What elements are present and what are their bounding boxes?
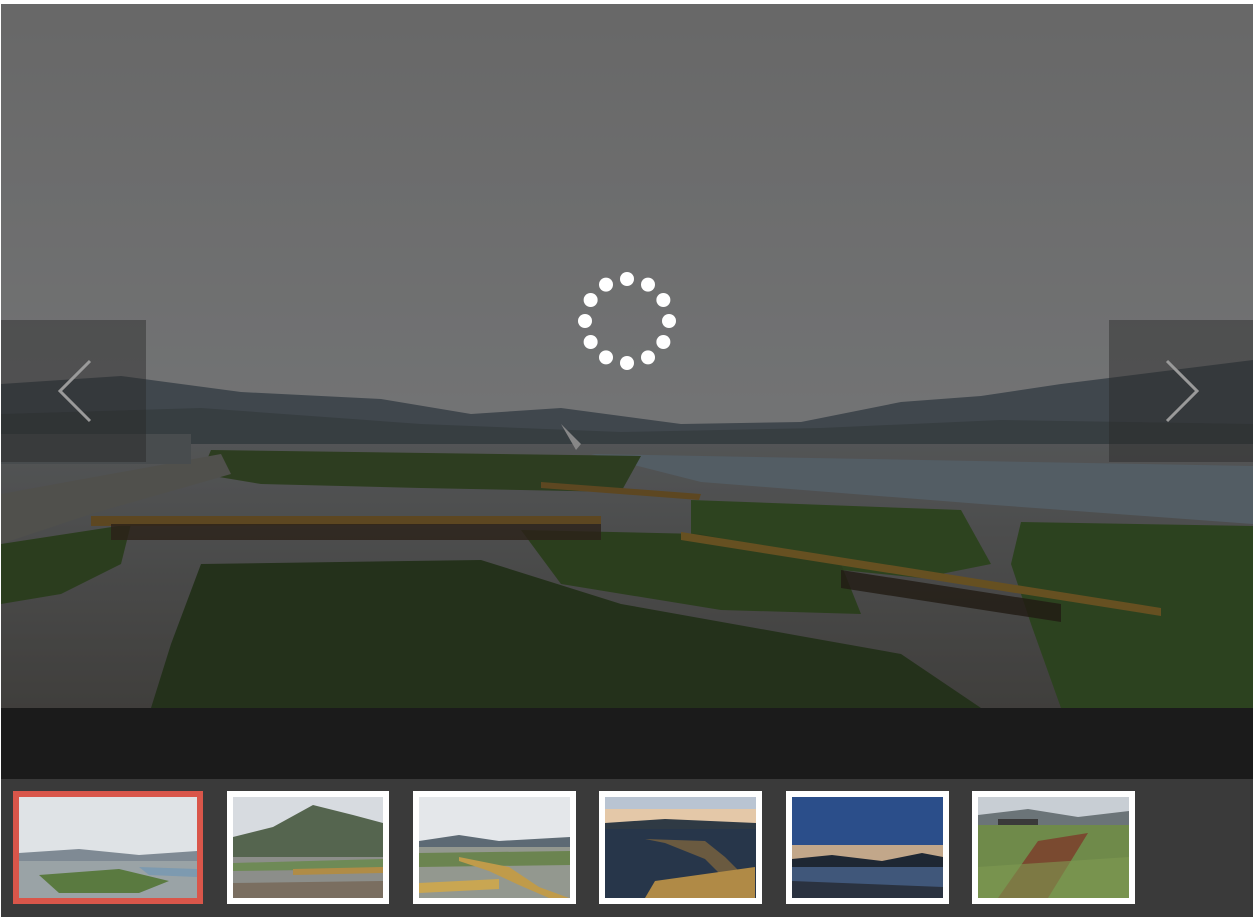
spinner-dot: [578, 314, 592, 328]
thumbnail-image: [792, 797, 943, 898]
thumbnail-image: [19, 797, 197, 898]
thumbnail-image: [978, 797, 1129, 898]
thumbnail-image: [233, 797, 383, 898]
spinner-dot: [599, 350, 613, 365]
caption-bar: [1, 708, 1253, 779]
thumbnail-1[interactable]: [13, 791, 203, 904]
spinner-dot: [656, 335, 671, 349]
spinner-dot: [656, 293, 671, 307]
loading-spinner-icon: [578, 272, 676, 370]
spinner-dot: [599, 277, 613, 292]
thumbnail-image: [605, 797, 756, 898]
spinner-dot: [641, 350, 655, 365]
spinner-dot: [620, 356, 634, 370]
spinner-dot: [641, 277, 655, 292]
spinner-dot: [662, 314, 676, 328]
photo-gallery-viewer: [1, 4, 1253, 917]
spinner-dot: [583, 293, 598, 307]
spinner-dot: [583, 335, 598, 349]
chevron-left-icon: [57, 359, 92, 423]
spinner-dot: [620, 272, 634, 286]
thumbnail-4[interactable]: [599, 791, 762, 904]
main-photo-stage: [1, 4, 1253, 708]
previous-photo-button[interactable]: [1, 320, 146, 462]
thumbnail-strip: [1, 779, 1253, 917]
next-photo-button[interactable]: [1109, 320, 1253, 462]
thumbnail-image: [419, 797, 570, 898]
thumbnail-6[interactable]: [972, 791, 1135, 904]
thumbnail-2[interactable]: [227, 791, 389, 904]
thumbnail-3[interactable]: [413, 791, 576, 904]
thumbnail-5[interactable]: [786, 791, 949, 904]
chevron-right-icon: [1165, 359, 1200, 423]
